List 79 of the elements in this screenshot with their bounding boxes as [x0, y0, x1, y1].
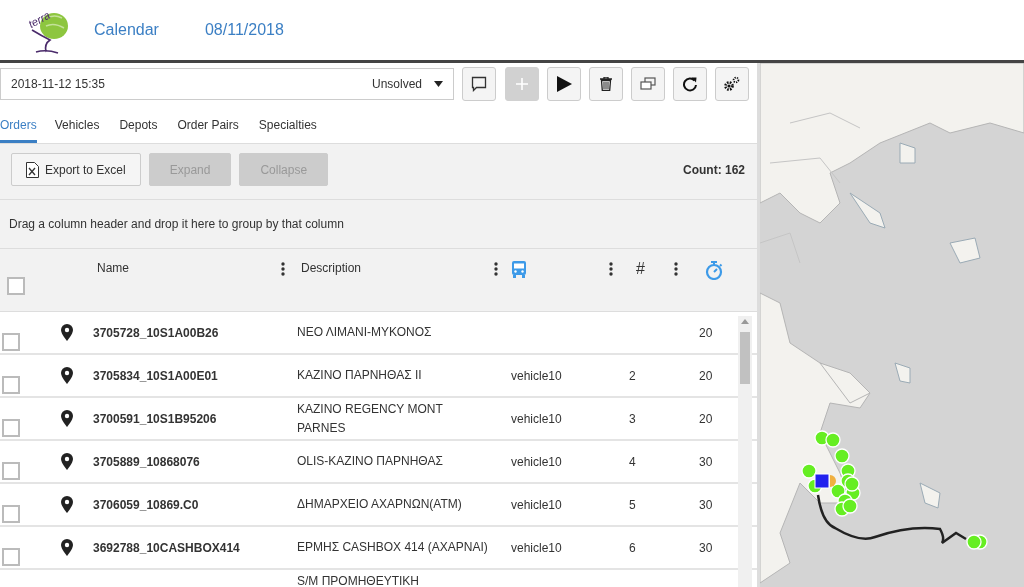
column-header[interactable]: #	[625, 260, 674, 278]
comment-button[interactable]	[462, 67, 496, 101]
plus-icon	[516, 78, 528, 90]
refresh-icon	[682, 76, 698, 92]
status-dropdown[interactable]: Unsolved	[371, 77, 422, 91]
caret-icon	[434, 81, 443, 87]
count-label: Count: 162	[683, 162, 745, 177]
windows-icon	[640, 77, 656, 91]
duration-value: 30	[699, 540, 713, 555]
settings-icon	[723, 76, 741, 92]
duration-value: 20	[699, 325, 713, 340]
vehicle-name: vehicle10	[511, 540, 562, 555]
tab[interactable]: Order Pairs	[177, 106, 239, 143]
page-title: Calendar	[94, 21, 159, 39]
sequence-number: 6	[629, 540, 636, 555]
order-name: 3706059_10869.C0	[93, 497, 199, 512]
location-pin-icon[interactable]	[60, 496, 73, 513]
group-by-hint: Drag a column header and drop it here to group by that column	[0, 200, 757, 249]
checkbox[interactable]	[2, 462, 20, 480]
column-menu-icon[interactable]	[281, 262, 285, 276]
column-header[interactable]: Name	[93, 261, 281, 275]
vehicle-name: vehicle10	[511, 411, 562, 426]
sequence-number: 4	[629, 454, 636, 469]
export-button[interactable]: Export to Excel	[11, 153, 141, 186]
checkbox[interactable]	[2, 376, 20, 394]
trash-icon	[600, 77, 612, 91]
column-menu-icon[interactable]	[674, 262, 678, 276]
play-icon	[556, 76, 572, 92]
sequence-number: 5	[629, 497, 636, 512]
duration-value: 30	[699, 497, 713, 512]
vehicle-name: vehicle10	[511, 497, 562, 512]
column-menu-icon[interactable]	[609, 262, 613, 276]
scroll-bar[interactable]	[738, 316, 752, 587]
tab[interactable]: Specialties	[258, 106, 317, 143]
play-button[interactable]	[547, 67, 581, 101]
duration-value: 30	[699, 454, 713, 469]
date-label: 08/11/2018	[204, 21, 284, 39]
order-name: 3705834_10S1A00E01	[93, 368, 218, 383]
order-name: 3692788_10CASHBOX414	[93, 540, 240, 555]
duration-value: 20	[699, 368, 713, 383]
delete-button[interactable]	[589, 67, 623, 101]
location-pin-icon[interactable]	[60, 453, 73, 470]
spreadsheet-icon	[26, 161, 39, 178]
order-name: 3705889_10868076	[93, 454, 200, 469]
order-name: 3705728_10S1A00B26	[93, 325, 219, 340]
order-description: OLIS-ΚΑΖΙΝΟ ΠΑΡΝΗΘΑΣ	[297, 453, 444, 470]
order-description: ΔΗΜΑΡΧΕΙΟ ΑΧΑΡΝΩΝ(ATM)	[297, 496, 463, 513]
checkbox[interactable]	[2, 333, 20, 351]
comment-icon	[471, 76, 487, 92]
refresh-button[interactable]	[673, 67, 707, 101]
duration-value: 20	[699, 411, 713, 426]
order-name: 3700591_10S1B95206	[93, 411, 217, 426]
datetime-field[interactable]: 2018-11-12 15:35 Unsolved	[0, 68, 454, 100]
checkbox[interactable]	[7, 277, 25, 295]
vehicle-name: vehicle10	[511, 454, 562, 469]
checkbox[interactable]	[2, 505, 20, 523]
tab[interactable]: Vehicles	[54, 106, 100, 143]
checkbox[interactable]	[2, 548, 20, 566]
location-pin-icon[interactable]	[60, 367, 73, 384]
location-pin-icon[interactable]	[60, 539, 73, 556]
vehicle-name: vehicle10	[511, 368, 562, 383]
copy-button[interactable]	[631, 67, 665, 101]
truck-icon	[512, 261, 526, 278]
order-description: ΝΕΟ ΛΙΜΑΝΙ-ΜΥΚΟΝΟΣ	[297, 324, 433, 341]
logo: terra	[26, 4, 72, 56]
location-pin-icon[interactable]	[60, 324, 73, 341]
checkbox[interactable]	[2, 419, 20, 437]
tab[interactable]: Depots	[119, 106, 158, 143]
location-pin-icon[interactable]	[60, 410, 73, 427]
column-header[interactable]: Description	[297, 261, 494, 275]
sequence-number: 3	[629, 411, 636, 426]
order-description: S/M ΠΡΟΜΗΘΕΥΤΙΚΗ	[297, 573, 420, 587]
stopwatch-icon	[705, 261, 723, 280]
order-description: KAZINO REGENCY MONT PARNES	[297, 400, 444, 437]
order-description: ΕΡΜΗΣ CASHBOX 414 (ΑΧΑΡΝΑΙ)	[297, 539, 489, 556]
order-description: ΚΑΖΙΝΟ ΠΑΡΝΗΘΑΣ ΙΙ	[297, 367, 423, 384]
column-menu-icon[interactable]	[494, 262, 498, 276]
settings-button[interactable]	[715, 67, 749, 101]
sequence-number: 2	[629, 368, 636, 383]
